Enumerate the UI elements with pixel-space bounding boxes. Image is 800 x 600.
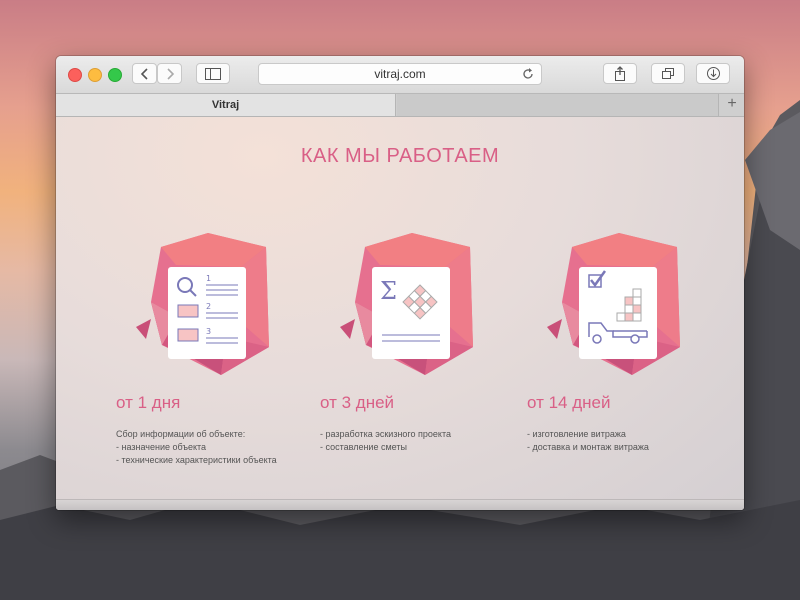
page-title: КАК МЫ РАБОТАЕМ bbox=[300, 145, 500, 167]
tabs-icon bbox=[662, 68, 674, 79]
page-content: КАК МЫ РАБОТАЕМ 1 2 3 от 1 дня Сбор инфо… bbox=[56, 117, 744, 510]
step-2-line: - разработка эскизного проекта bbox=[320, 429, 451, 439]
close-window-button[interactable] bbox=[68, 68, 82, 82]
step-1-time: от 1 дня bbox=[116, 393, 181, 412]
svg-text:Σ: Σ bbox=[380, 277, 397, 305]
step-1-line: - технические характеристики объекта bbox=[116, 455, 277, 465]
share-icon bbox=[615, 66, 625, 81]
url-text: vitraj.com bbox=[374, 67, 426, 81]
step-2-time: от 3 дней bbox=[320, 393, 395, 412]
step-1-description: Сбор информации об объекте: - назначение… bbox=[116, 428, 277, 467]
tab-vitraj[interactable]: Vitraj bbox=[56, 94, 396, 116]
step-1-line: Сбор информации об объекте: bbox=[116, 429, 246, 439]
minimize-window-button[interactable] bbox=[88, 68, 102, 82]
truck-delivery-icon bbox=[579, 267, 657, 359]
download-icon bbox=[706, 67, 720, 80]
step-3-description: - изготовление витража - доставка и монт… bbox=[527, 428, 649, 454]
back-button[interactable] bbox=[132, 63, 157, 84]
address-bar[interactable]: vitraj.com bbox=[258, 63, 542, 85]
step-3-line: - изготовление витража bbox=[527, 429, 626, 439]
svg-text:3: 3 bbox=[206, 327, 211, 336]
step-2-description: - разработка эскизного проекта - составл… bbox=[320, 428, 451, 454]
share-button[interactable] bbox=[603, 63, 637, 84]
forward-button[interactable] bbox=[157, 63, 182, 84]
tab-empty[interactable] bbox=[397, 94, 719, 116]
browser-toolbar: vitraj.com bbox=[56, 56, 744, 94]
chevron-right-icon bbox=[166, 67, 174, 80]
svg-text:2: 2 bbox=[206, 302, 211, 311]
sidebar-icon bbox=[205, 67, 221, 80]
page-bottom-bar bbox=[56, 499, 744, 510]
maximize-window-button[interactable] bbox=[108, 68, 122, 82]
reload-icon[interactable] bbox=[521, 67, 535, 87]
step-3-line: - доставка и монтаж витража bbox=[527, 442, 649, 452]
new-tab-button[interactable]: + bbox=[720, 94, 744, 116]
chevron-left-icon bbox=[140, 67, 148, 80]
downloads-button[interactable] bbox=[696, 63, 730, 84]
sum-grid-icon: Σ bbox=[372, 267, 450, 359]
tabs-overview-button[interactable] bbox=[651, 63, 685, 84]
browser-window: vitraj.com Vitraj + КАК МЫ РАБОТАЕМ 1 2 … bbox=[56, 56, 744, 510]
step-2-line: - составление сметы bbox=[320, 442, 407, 452]
tab-bar: Vitraj + bbox=[56, 94, 744, 117]
step-3-time: от 14 дней bbox=[527, 393, 611, 412]
step-1-line: - назначение объекта bbox=[116, 442, 207, 452]
document-search-icon: 1 2 3 bbox=[168, 267, 246, 359]
sidebar-toggle-button[interactable] bbox=[196, 63, 230, 84]
svg-text:1: 1 bbox=[206, 274, 211, 283]
